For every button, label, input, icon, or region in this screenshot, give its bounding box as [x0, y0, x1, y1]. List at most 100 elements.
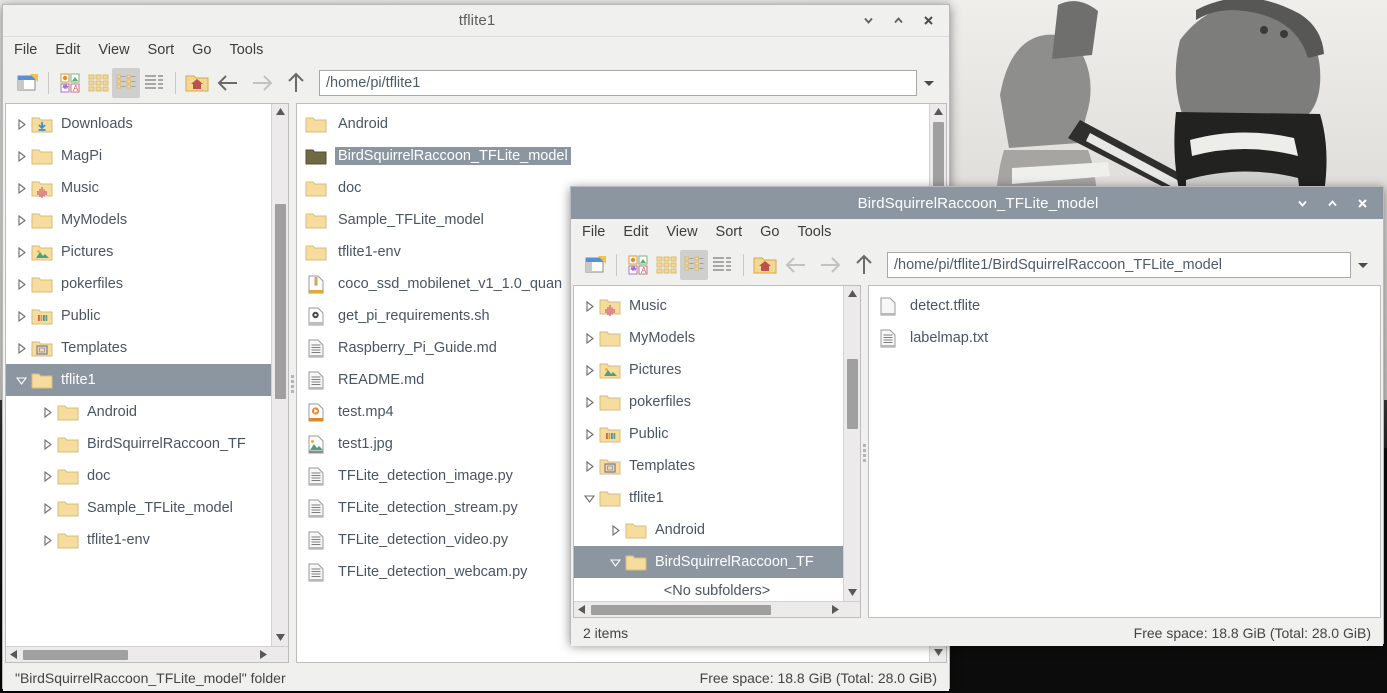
file-manager-window-birdsquirrel[interactable]: BirdSquirrelRaccoon_TFLite_model File Ed…: [570, 186, 1384, 646]
tree-item-tflite1[interactable]: tflite1: [6, 364, 288, 396]
tree-item-birdsquirrelraccoon-tf[interactable]: BirdSquirrelRaccoon_TF: [6, 428, 288, 460]
path-dropdown-icon[interactable]: [1351, 252, 1375, 278]
home-icon[interactable]: [183, 68, 211, 98]
scroll-thumb[interactable]: [23, 650, 128, 660]
window2-file-list-pane[interactable]: detect.tflite labelmap.txt: [868, 285, 1381, 618]
menu-file[interactable]: File: [14, 42, 37, 58]
tree-item-tflite1[interactable]: tflite1: [574, 482, 860, 514]
tree-item-mymodels[interactable]: MyModels: [6, 204, 288, 236]
chevron-right-icon[interactable]: [580, 364, 598, 376]
icon-view-icon[interactable]: [652, 250, 680, 280]
menu-edit[interactable]: Edit: [55, 42, 80, 58]
chevron-right-icon[interactable]: [12, 118, 30, 130]
minimize-icon[interactable]: [1295, 196, 1309, 210]
path-dropdown-icon[interactable]: [917, 70, 941, 96]
chevron-right-icon[interactable]: [606, 524, 624, 536]
menu-go[interactable]: Go: [760, 224, 779, 240]
file-list-item[interactable]: BirdSquirrelRaccoon_TFLite_model: [297, 140, 946, 172]
tree-item-birdsquirrelraccoon-tf[interactable]: BirdSquirrelRaccoon_TF: [574, 546, 860, 578]
menu-tools[interactable]: Tools: [229, 42, 263, 58]
chevron-right-icon[interactable]: [12, 310, 30, 322]
chevron-right-icon[interactable]: [12, 278, 30, 290]
scroll-up-icon[interactable]: [844, 286, 860, 301]
back-arrow-icon[interactable]: [779, 250, 813, 280]
new-window-icon[interactable]: [581, 250, 609, 280]
maximize-icon[interactable]: [1325, 196, 1339, 210]
chevron-right-icon[interactable]: [12, 214, 30, 226]
menu-file[interactable]: File: [582, 224, 605, 240]
close-icon[interactable]: [1355, 196, 1369, 210]
window1-titlebar[interactable]: tflite1: [3, 5, 949, 37]
tree-item-android[interactable]: Android: [6, 396, 288, 428]
chevron-down-icon[interactable]: [12, 375, 30, 386]
window2-tree-vscrollbar[interactable]: [843, 286, 860, 617]
chevron-right-icon[interactable]: [12, 342, 30, 354]
tree-item-doc[interactable]: doc: [6, 460, 288, 492]
window1-splitter[interactable]: [289, 103, 296, 665]
chevron-right-icon[interactable]: [580, 428, 598, 440]
window2-titlebar[interactable]: BirdSquirrelRaccoon_TFLite_model: [571, 187, 1383, 219]
tree-item-templates[interactable]: Templates: [6, 332, 288, 364]
scroll-right-icon[interactable]: [256, 650, 271, 659]
tree-item-magpi[interactable]: MagPi: [6, 140, 288, 172]
window2-tree-hscrollbar[interactable]: [574, 601, 860, 617]
tree-item-templates[interactable]: Templates: [574, 450, 860, 482]
back-arrow-icon[interactable]: [211, 68, 245, 98]
window1-tree-hscrollbar[interactable]: [6, 646, 288, 662]
window2-file-list[interactable]: detect.tflite labelmap.txt: [869, 286, 1380, 354]
scroll-down-icon[interactable]: [844, 585, 860, 600]
chevron-right-icon[interactable]: [38, 406, 56, 418]
tree-item-pictures[interactable]: Pictures: [6, 236, 288, 268]
up-arrow-icon[interactable]: [279, 68, 313, 98]
detailed-view-icon[interactable]: [140, 68, 168, 98]
scroll-up-icon[interactable]: [930, 104, 946, 119]
tree-item-pokerfiles[interactable]: pokerfiles: [6, 268, 288, 300]
scroll-right-icon[interactable]: [828, 605, 843, 614]
scroll-down-icon[interactable]: [930, 645, 946, 660]
menu-sort[interactable]: Sort: [716, 224, 743, 240]
chevron-right-icon[interactable]: [38, 470, 56, 482]
tree-item-downloads[interactable]: Downloads: [6, 108, 288, 140]
new-window-icon[interactable]: [13, 68, 41, 98]
file-list-item[interactable]: detect.tflite: [869, 290, 1380, 322]
minimize-icon[interactable]: [861, 14, 875, 28]
window2-toolbar[interactable]: A /home/pi/tflite1/BirdSquirrelRaccoon_T…: [571, 245, 1383, 285]
close-icon[interactable]: [921, 14, 935, 28]
chevron-right-icon[interactable]: [12, 182, 30, 194]
menu-sort[interactable]: Sort: [148, 42, 175, 58]
chevron-down-icon[interactable]: [606, 557, 624, 568]
compact-view-icon[interactable]: [680, 250, 708, 280]
chevron-right-icon[interactable]: [38, 534, 56, 546]
chevron-right-icon[interactable]: [12, 150, 30, 162]
tree-item-music[interactable]: Music: [574, 290, 860, 322]
forward-arrow-icon[interactable]: [813, 250, 847, 280]
file-list-item[interactable]: Android: [297, 108, 946, 140]
tree-item-public[interactable]: Public: [574, 418, 860, 450]
menu-view[interactable]: View: [98, 42, 129, 58]
compact-view-icon[interactable]: [112, 68, 140, 98]
thumbnail-view-icon[interactable]: A: [56, 68, 84, 98]
scroll-up-icon[interactable]: [272, 104, 288, 119]
menu-edit[interactable]: Edit: [623, 224, 648, 240]
file-list-item[interactable]: labelmap.txt: [869, 322, 1380, 354]
tree-item-music[interactable]: Music: [6, 172, 288, 204]
scroll-thumb[interactable]: [275, 204, 286, 399]
tree-item-public[interactable]: Public: [6, 300, 288, 332]
up-arrow-icon[interactable]: [847, 250, 881, 280]
window1-menubar[interactable]: File Edit View Sort Go Tools: [3, 37, 949, 63]
tree-item-tflite1-env[interactable]: tflite1-env: [6, 524, 288, 556]
window2-splitter[interactable]: [861, 285, 868, 620]
chevron-down-icon[interactable]: [580, 493, 598, 504]
chevron-right-icon[interactable]: [12, 246, 30, 258]
chevron-right-icon[interactable]: [580, 396, 598, 408]
chevron-right-icon[interactable]: [580, 460, 598, 472]
window1-folder-tree-pane[interactable]: Downloads MagPi Music MyModels Pictures poker…: [5, 103, 289, 663]
chevron-right-icon[interactable]: [38, 502, 56, 514]
scroll-thumb[interactable]: [591, 605, 771, 615]
tree-item-pokerfiles[interactable]: pokerfiles: [574, 386, 860, 418]
forward-arrow-icon[interactable]: [245, 68, 279, 98]
window1-path-input[interactable]: /home/pi/tflite1: [319, 70, 917, 96]
thumbnail-view-icon[interactable]: A: [624, 250, 652, 280]
window2-folder-tree[interactable]: Music MyModels Pictures pokerfiles Public Tem…: [574, 286, 860, 578]
chevron-right-icon[interactable]: [38, 438, 56, 450]
